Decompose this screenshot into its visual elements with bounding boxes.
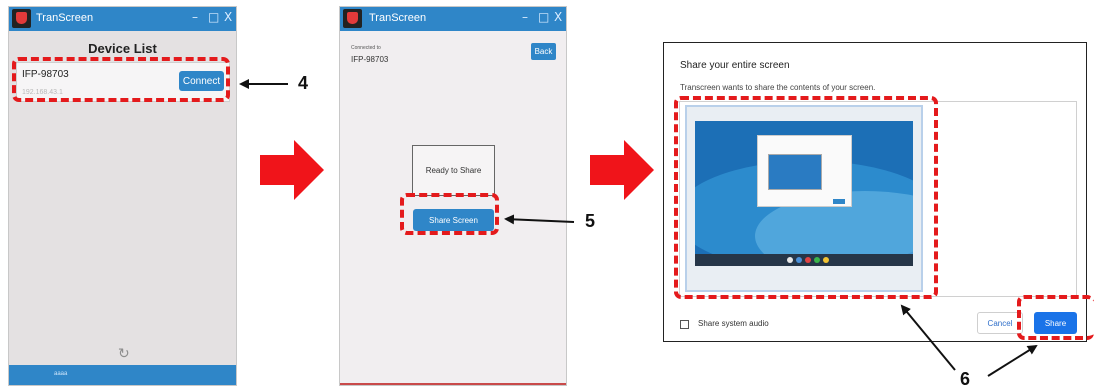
pointer-arrow-icon	[900, 304, 956, 371]
pointer-arrow-icon	[504, 214, 575, 225]
pointer-arrow-icon	[987, 344, 1038, 377]
annotation-pointers	[239, 79, 1038, 377]
